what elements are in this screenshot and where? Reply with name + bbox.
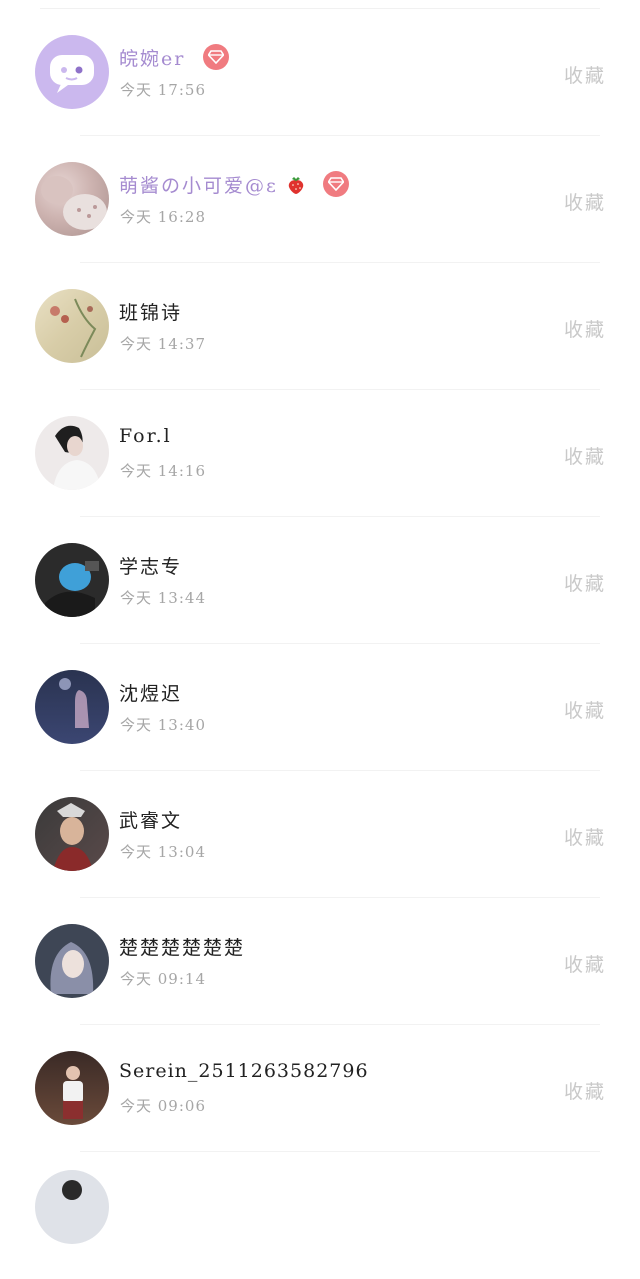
favorite-button[interactable]: 收藏: [564, 188, 606, 215]
avatar[interactable]: [35, 1170, 109, 1244]
favorite-button[interactable]: 收藏: [564, 61, 606, 88]
list-item[interactable]: 萌酱の小可爱@ε 今天 16:28 收藏: [0, 136, 640, 263]
follower-list: 皖婉er 今天 17:56 收藏 萌酱の小可爱@ε 今天 16:28 收藏 班锦…: [0, 0, 640, 1244]
list-item[interactable]: 学志专 今天 13:44 收藏: [0, 517, 640, 644]
visit-time: 今天 14:16: [120, 462, 206, 480]
visit-time: 今天 13:40: [120, 716, 206, 734]
user-name: 班锦诗: [119, 302, 183, 324]
favorite-button[interactable]: 收藏: [564, 569, 606, 596]
user-name: 武睿文: [119, 810, 183, 832]
avatar[interactable]: [35, 543, 109, 617]
avatar[interactable]: [35, 162, 109, 236]
list-item[interactable]: 楚楚楚楚楚楚 今天 09:14 收藏: [0, 898, 640, 1025]
user-name: For.l: [119, 425, 172, 447]
user-name: 沈煜迟: [119, 683, 183, 705]
list-item[interactable]: 沈煜迟 今天 13:40 收藏: [0, 644, 640, 771]
favorite-button[interactable]: 收藏: [564, 442, 606, 469]
avatar[interactable]: [35, 670, 109, 744]
user-name-text: 皖婉er: [119, 48, 186, 70]
list-item[interactable]: Serein_2511263582796 今天 09:06 收藏: [0, 1025, 640, 1152]
favorite-button[interactable]: 收藏: [564, 950, 606, 977]
avatar[interactable]: [35, 1051, 109, 1125]
user-name: 楚楚楚楚楚楚: [119, 937, 246, 959]
favorite-button[interactable]: 收藏: [564, 315, 606, 342]
chat-bubble-icon: [50, 55, 94, 93]
user-name: Serein_2511263582796: [119, 1060, 369, 1082]
diamond-icon: [203, 44, 230, 70]
user-name-text: 萌酱の小可爱@ε: [119, 175, 278, 197]
visit-time: 今天 13:04: [120, 843, 206, 861]
avatar[interactable]: [35, 416, 109, 490]
user-name: 萌酱の小可爱@ε: [119, 171, 349, 200]
avatar[interactable]: [35, 289, 109, 363]
favorite-button[interactable]: 收藏: [564, 823, 606, 850]
list-item[interactable]: 班锦诗 今天 14:37 收藏: [0, 263, 640, 390]
avatar[interactable]: [35, 797, 109, 871]
visit-time: 今天 17:56: [120, 81, 206, 99]
visit-time: 今天 14:37: [120, 335, 206, 353]
favorite-button[interactable]: 收藏: [564, 1077, 606, 1104]
visit-time: 今天 16:28: [120, 208, 206, 226]
user-name: 皖婉er: [119, 44, 230, 73]
visit-time: 今天 09:06: [120, 1097, 206, 1115]
list-item[interactable]: 武睿文 今天 13:04 收藏: [0, 771, 640, 898]
list-item[interactable]: [0, 1152, 640, 1279]
visit-time: 今天 09:14: [120, 970, 206, 988]
favorite-button[interactable]: 收藏: [564, 696, 606, 723]
visit-time: 今天 13:44: [120, 589, 206, 607]
diamond-icon: [322, 171, 349, 197]
user-name: 学志专: [119, 556, 183, 578]
list-item[interactable]: For.l 今天 14:16 收藏: [0, 390, 640, 517]
list-item[interactable]: 皖婉er 今天 17:56 收藏: [0, 9, 640, 136]
strawberry-icon: [287, 175, 305, 195]
avatar[interactable]: [35, 924, 109, 998]
avatar[interactable]: [35, 35, 109, 109]
